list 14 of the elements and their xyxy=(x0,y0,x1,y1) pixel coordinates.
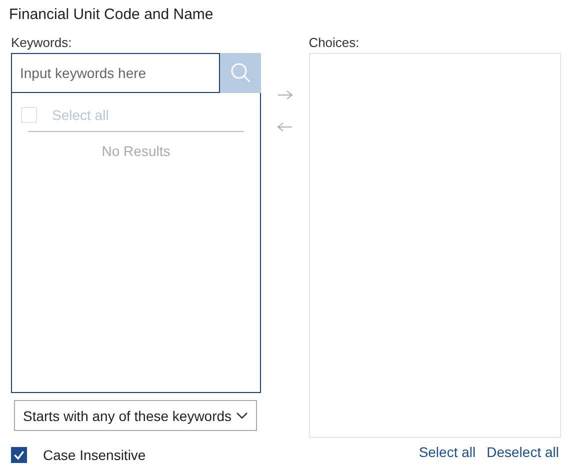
link[interactable]: Deselect all xyxy=(486,444,559,460)
checkbox[interactable] xyxy=(11,447,27,463)
keywords-input-field[interactable]: Input keywords here xyxy=(11,53,220,93)
empty-message: No Results xyxy=(100,143,172,159)
link[interactable]: Select all xyxy=(418,444,476,460)
match-mode-dropdown[interactable]: Starts with any of these keywords xyxy=(14,400,257,431)
chevron-down-icon xyxy=(236,412,248,420)
select-all-label: Select all xyxy=(52,107,109,123)
field-label: Choices: xyxy=(308,35,360,51)
field-label: Keywords: xyxy=(11,35,73,51)
checkbox-label: Case Insensitive xyxy=(43,447,146,463)
section-title: Financial Unit Code and Name xyxy=(9,5,214,25)
search-button[interactable] xyxy=(220,53,261,93)
search-icon xyxy=(230,62,252,84)
